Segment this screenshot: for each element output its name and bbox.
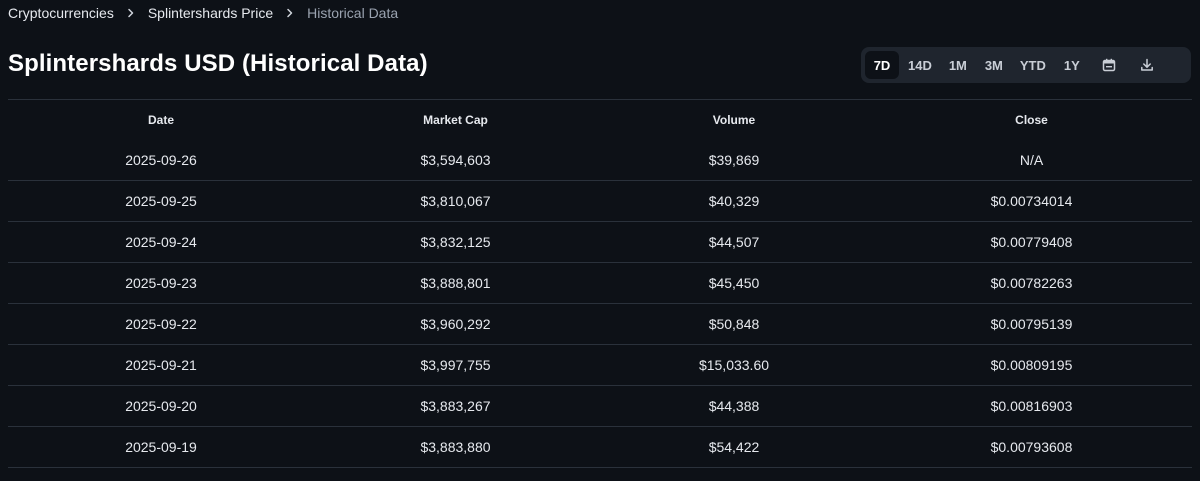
cell-date: 2025-09-23 (8, 262, 314, 304)
table-row: 2025-09-19 $3,883,880 $54,422 $0.0079360… (8, 426, 1192, 468)
cell-volume: $50,848 (597, 303, 871, 345)
cell-volume: $44,507 (597, 221, 871, 263)
cell-volume: $15,033.60 (597, 344, 871, 386)
range-3m-button[interactable]: 3M (977, 51, 1011, 79)
range-1y-button[interactable]: 1Y (1055, 51, 1089, 79)
cell-volume: $39,869 (597, 140, 871, 181)
calendar-icon (1102, 58, 1116, 72)
cell-close: $0.00793608 (871, 426, 1192, 468)
cell-close: $0.00734014 (871, 180, 1192, 222)
table-row: 2025-09-23 $3,888,801 $45,450 $0.0078226… (8, 262, 1192, 304)
range-7d-button[interactable]: 7D (865, 51, 899, 79)
table-header-row: Date Market Cap Volume Close (8, 100, 1192, 140)
column-header-market-cap[interactable]: Market Cap (314, 100, 597, 140)
cell-volume: $44,388 (597, 385, 871, 427)
table-row: 2025-09-24 $3,832,125 $44,507 $0.0077940… (8, 221, 1192, 263)
breadcrumb-cryptocurrencies[interactable]: Cryptocurrencies (8, 5, 114, 21)
cell-market-cap: $3,883,880 (314, 426, 597, 468)
cell-date: 2025-09-20 (8, 385, 314, 427)
breadcrumb-splintershards-price[interactable]: Splintershards Price (148, 5, 273, 21)
page-title: Splintershards USD (Historical Data) (8, 50, 428, 77)
cell-close: N/A (871, 140, 1192, 181)
cell-date: 2025-09-21 (8, 344, 314, 386)
cell-date: 2025-09-26 (8, 140, 314, 181)
cell-close: $0.00816903 (871, 385, 1192, 427)
column-header-close[interactable]: Close (871, 100, 1192, 140)
column-header-volume[interactable]: Volume (597, 100, 871, 140)
cell-close: $0.00795139 (871, 303, 1192, 345)
cell-market-cap: $3,883,267 (314, 385, 597, 427)
table-row: 2025-09-26 $3,594,603 $39,869 N/A (8, 140, 1192, 181)
table-row: 2025-09-22 $3,960,292 $50,848 $0.0079513… (8, 303, 1192, 345)
cell-volume: $45,450 (597, 262, 871, 304)
download-icon (1140, 58, 1153, 71)
chevron-right-icon (273, 8, 307, 18)
breadcrumb-historical-data: Historical Data (307, 5, 399, 21)
column-header-date[interactable]: Date (8, 100, 314, 140)
cell-market-cap: $3,594,603 (314, 140, 597, 181)
chevron-right-icon (114, 8, 148, 18)
table-row: 2025-09-20 $3,883,267 $44,388 $0.0081690… (8, 385, 1192, 427)
historical-data-page: Cryptocurrencies Splintershards Price Hi… (0, 0, 1200, 481)
range-ytd-button[interactable]: YTD (1013, 51, 1053, 79)
download-button[interactable] (1129, 51, 1165, 79)
calendar-button[interactable] (1091, 51, 1127, 79)
range-14d-button[interactable]: 14D (901, 51, 939, 79)
cell-date: 2025-09-24 (8, 221, 314, 263)
cell-close: $0.00782263 (871, 262, 1192, 304)
range-1m-button[interactable]: 1M (941, 51, 975, 79)
breadcrumb: Cryptocurrencies Splintershards Price Hi… (8, 4, 398, 22)
table-row: 2025-09-21 $3,997,755 $15,033.60 $0.0080… (8, 344, 1192, 386)
cell-date: 2025-09-25 (8, 180, 314, 222)
cell-market-cap: $3,810,067 (314, 180, 597, 222)
cell-date: 2025-09-22 (8, 303, 314, 345)
cell-date: 2025-09-19 (8, 426, 314, 468)
cell-market-cap: $3,997,755 (314, 344, 597, 386)
cell-market-cap: $3,832,125 (314, 221, 597, 263)
cell-volume: $40,329 (597, 180, 871, 222)
historical-data-table: Date Market Cap Volume Close 2025-09-26 … (8, 99, 1192, 468)
cell-close: $0.00779408 (871, 221, 1192, 263)
time-range-selector: 7D 14D 1M 3M YTD 1Y (861, 47, 1191, 83)
cell-close: $0.00809195 (871, 344, 1192, 386)
cell-volume: $54,422 (597, 426, 871, 468)
cell-market-cap: $3,888,801 (314, 262, 597, 304)
table-row: 2025-09-25 $3,810,067 $40,329 $0.0073401… (8, 180, 1192, 222)
cell-market-cap: $3,960,292 (314, 303, 597, 345)
